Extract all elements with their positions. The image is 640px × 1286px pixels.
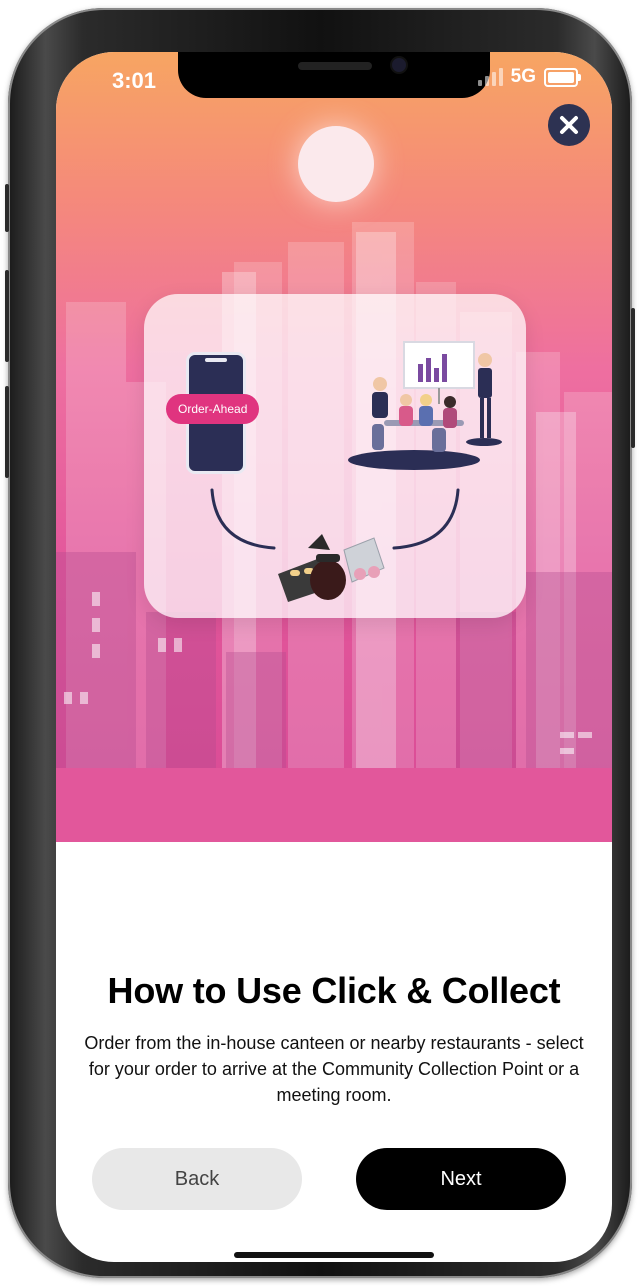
device-notch xyxy=(178,52,490,98)
speaker-grille xyxy=(298,62,372,70)
status-time: 3:01 xyxy=(112,68,157,93)
order-ahead-badge: Order-Ahead xyxy=(166,394,260,424)
volume-down-button xyxy=(5,386,9,478)
volume-up-button xyxy=(5,270,9,362)
home-indicator[interactable] xyxy=(234,1252,434,1258)
back-button[interactable]: Back xyxy=(92,1148,302,1210)
onboarding-description: Order from the in-house canteen or nearb… xyxy=(84,1033,584,1105)
front-camera xyxy=(392,58,406,72)
close-icon xyxy=(560,116,578,134)
food-illustration xyxy=(278,534,385,602)
next-button[interactable]: Next xyxy=(356,1148,566,1210)
onboarding-illustration-card: Order-Ahead xyxy=(144,294,526,618)
network-type: 5G xyxy=(510,66,536,87)
silent-switch xyxy=(5,184,9,232)
battery-icon xyxy=(544,67,581,87)
hero-bottom-band xyxy=(56,768,612,842)
sun xyxy=(298,126,374,202)
onboarding-title: How to Use Click & Collect xyxy=(107,970,561,1011)
close-button[interactable] xyxy=(548,104,590,146)
power-button xyxy=(631,308,635,448)
screen: Order-Ahead 3:01 5G How to Use Click & C… xyxy=(56,52,612,1262)
phone-frame: Order-Ahead 3:01 5G How to Use Click & C… xyxy=(5,8,635,1278)
signal-icon xyxy=(477,68,503,86)
meeting-room-illustration xyxy=(348,341,502,470)
status-indicators: 5G xyxy=(477,66,581,88)
hero-illustration: Order-Ahead xyxy=(56,52,612,842)
